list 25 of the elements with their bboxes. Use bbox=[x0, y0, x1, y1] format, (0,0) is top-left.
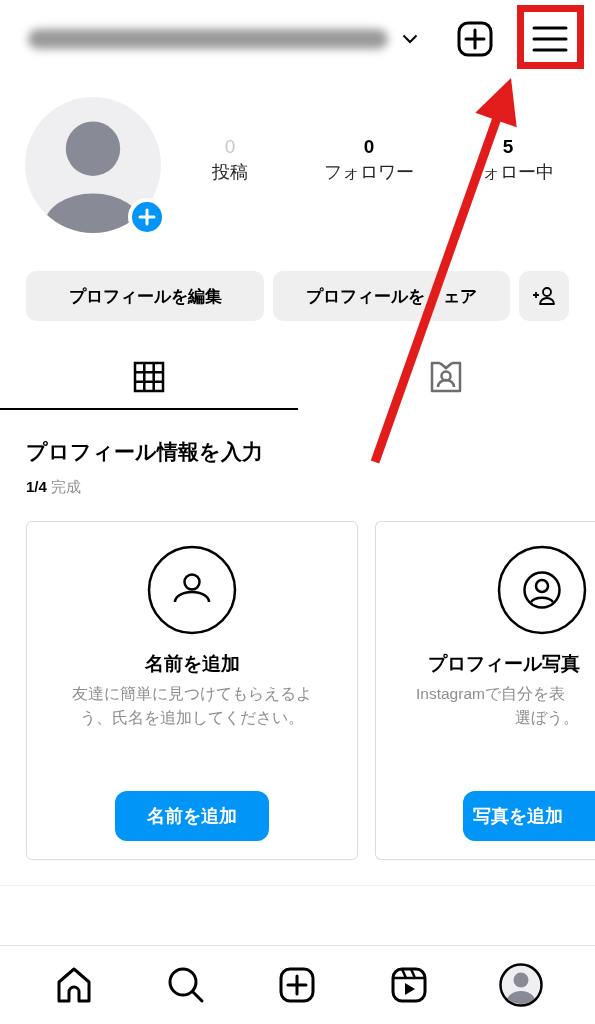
card-title: プロフィール写真 bbox=[428, 652, 580, 676]
stat-count: 0 bbox=[224, 135, 236, 159]
share-profile-button[interactable]: プロフィールを ェア bbox=[273, 271, 510, 321]
chevron-down-icon[interactable] bbox=[402, 34, 418, 44]
tagged-person-icon bbox=[429, 359, 464, 394]
reels-icon[interactable] bbox=[391, 967, 428, 1003]
profile-photo-icon bbox=[497, 545, 587, 635]
edit-profile-button[interactable]: プロフィールを編集 bbox=[26, 271, 264, 321]
stat-label: 投稿 bbox=[212, 161, 248, 184]
section-title: プロフィール情報を入力 bbox=[26, 439, 264, 465]
add-person-button[interactable] bbox=[519, 271, 569, 321]
progress-label: 完成 bbox=[50, 477, 81, 497]
create-button[interactable] bbox=[455, 19, 495, 59]
card-title: 名前を追加 bbox=[144, 652, 240, 676]
progress-count: 1/4 bbox=[26, 477, 47, 497]
person-icon bbox=[147, 545, 237, 635]
add-person-icon bbox=[532, 286, 556, 306]
stat-label: ォロー中 bbox=[481, 161, 554, 184]
grid-icon bbox=[132, 360, 165, 393]
add-post-icon[interactable] bbox=[279, 967, 316, 1003]
stat-count: 5 bbox=[502, 135, 514, 159]
card-description: 友達に簡単に見つけてもらえるよ う、氏名を追加してください。 bbox=[72, 684, 312, 728]
card-description: Instagramで自分を表 選ぼう。 bbox=[416, 684, 579, 728]
stat-count: 0 bbox=[363, 135, 375, 159]
stat-label: フォロワー bbox=[324, 161, 414, 184]
